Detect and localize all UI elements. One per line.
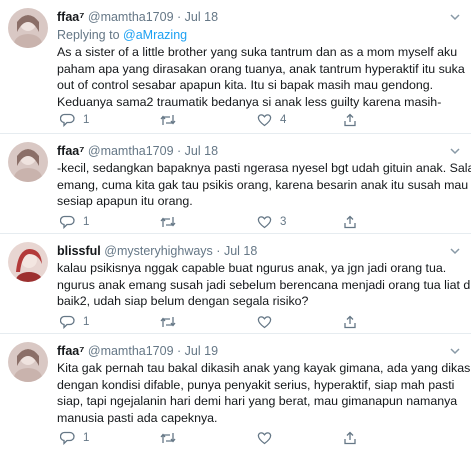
chevron-down-icon[interactable] [449,12,461,22]
tweet-text-line: kalau psikisnya nggak capable buat nguru… [57,261,447,275]
tweet-text-line: manusia pasti ada capeknya. [57,410,218,425]
tweet-actions: 1 3 [57,214,357,230]
share-button[interactable] [343,430,357,446]
user-handle[interactable]: @mamtha1709 [88,144,174,158]
tweet-text-line: out of control sesabar apapun kita. Itu … [57,78,434,92]
separator-dot: · [177,10,182,24]
retweet-icon [160,217,176,227]
tweet-header: ffaa⁷ @mamtha1709 · Jul 18 [57,142,218,160]
reply-button[interactable]: 1 [60,214,89,230]
heart-icon [257,216,272,229]
share-icon [344,431,356,445]
display-name[interactable]: ffaa⁷ [57,10,84,24]
chevron-down-icon[interactable] [449,346,461,356]
tweet-text: Kita gak pernah tau bakal dikasih anak y… [57,360,471,426]
share-icon [344,315,356,329]
tweet[interactable]: ffaa⁷ @mamtha1709 · Jul 19 Kita gak pern… [0,334,471,450]
avatar[interactable] [8,242,48,282]
share-icon [344,113,356,127]
reply-button[interactable]: 1 [60,112,89,128]
retweet-icon [160,317,176,327]
separator-dot: · [177,344,182,358]
tweet-text-line: ngurus anak emang susah jadi sebelum ber… [57,277,471,292]
avatar[interactable] [8,8,48,48]
replying-to-label: Replying to [57,28,124,42]
reply-icon [60,431,75,445]
separator-dot: · [216,244,221,258]
tweet-text: -kecil, sedangkan bapaknya pasti ngerasa… [57,160,471,210]
tweet[interactable]: ffaa⁷ @mamtha1709 · Jul 18 Replying to @… [0,0,471,134]
tweet-header: ffaa⁷ @mamtha1709 · Jul 19 [57,342,218,360]
tweet-actions: 1 [57,314,357,330]
reply-count: 1 [83,216,90,228]
separator-dot: · [177,144,182,158]
tweet-date[interactable]: Jul 18 [185,144,218,158]
replying-to: Replying to @aMrazing [57,27,187,43]
avatar[interactable] [8,342,48,382]
reply-button[interactable]: 1 [60,314,89,330]
tweet-text-line: paham apa yang dirasakan orang tuanya, a… [57,61,465,76]
chevron-down-icon[interactable] [449,146,461,156]
retweet-button[interactable] [159,314,185,330]
share-button[interactable] [343,214,357,230]
avatar[interactable] [8,142,48,182]
reply-count: 1 [83,432,90,444]
like-button[interactable] [257,430,280,446]
user-handle[interactable]: @mysteryhighways [104,244,213,258]
chevron-down-icon[interactable] [449,246,461,256]
user-handle[interactable]: @mamtha1709 [88,10,174,24]
share-button[interactable] [343,314,357,330]
like-button[interactable]: 3 [257,214,286,230]
like-button[interactable] [257,314,280,330]
reply-icon [60,215,75,229]
reply-count: 1 [83,316,90,328]
tweet-text: kalau psikisnya nggak capable buat nguru… [57,260,471,310]
tweet-text-line: emang, cuma kita gak tau psikis orang, k… [57,177,469,192]
tweet-text-line: Keduanya sama2 traumatik bedanya si anak… [57,94,442,109]
tweet-thread: ffaa⁷ @mamtha1709 · Jul 18 Replying to @… [0,0,471,450]
tweet-text-line: As a sister of a little brother yang suk… [57,45,458,59]
tweet-text-line: baik2, udah siap belum dengan segala ris… [57,294,309,308]
tweet[interactable]: ffaa⁷ @mamtha1709 · Jul 18 -kecil, sedan… [0,134,471,234]
tweet-date[interactable]: Jul 18 [224,244,257,258]
retweet-button[interactable] [159,430,185,446]
retweet-button[interactable] [159,112,185,128]
tweet-actions: 1 [57,430,357,446]
like-count: 3 [280,216,287,228]
like-button[interactable]: 4 [257,112,286,128]
tweet-text-line: siap, tapi ngejalanin hari demi hari yan… [57,394,458,408]
heart-icon [257,316,272,329]
heart-icon [257,432,272,445]
tweet-header: blissful @mysteryhighways · Jul 18 [57,242,257,260]
tweet-text-line: dengan kondisi difable, punya penyakit s… [57,377,455,392]
tweet-actions: 1 4 [57,112,357,128]
tweet-text-line: Kita gak pernah tau bakal dikasih anak y… [57,361,471,375]
tweet-date[interactable]: Jul 18 [185,10,218,24]
heart-icon [257,114,272,127]
user-handle[interactable]: @mamtha1709 [88,344,174,358]
tweet-text: As a sister of a little brother yang suk… [57,44,467,110]
retweet-icon [160,115,176,125]
tweet-header: ffaa⁷ @mamtha1709 · Jul 18 [57,8,218,26]
retweet-button[interactable] [159,214,185,230]
tweet[interactable]: blissful @mysteryhighways · Jul 18 kalau… [0,234,471,334]
display-name[interactable]: ffaa⁷ [57,144,84,158]
display-name[interactable]: ffaa⁷ [57,344,84,358]
reply-count: 1 [83,114,90,126]
tweet-text-line: -kecil, sedangkan bapaknya pasti ngerasa… [57,161,471,175]
tweet-date[interactable]: Jul 19 [185,344,218,358]
reply-icon [60,315,75,329]
share-button[interactable] [343,112,357,128]
retweet-icon [160,433,176,443]
reply-handle-link[interactable]: @aMrazing [123,28,187,42]
reply-button[interactable]: 1 [60,430,89,446]
share-icon [344,215,356,229]
tweet-text-line: sesiap apapun itu orang. [57,194,193,208]
reply-icon [60,113,75,127]
display-name[interactable]: blissful [57,244,101,258]
like-count: 4 [280,114,287,126]
